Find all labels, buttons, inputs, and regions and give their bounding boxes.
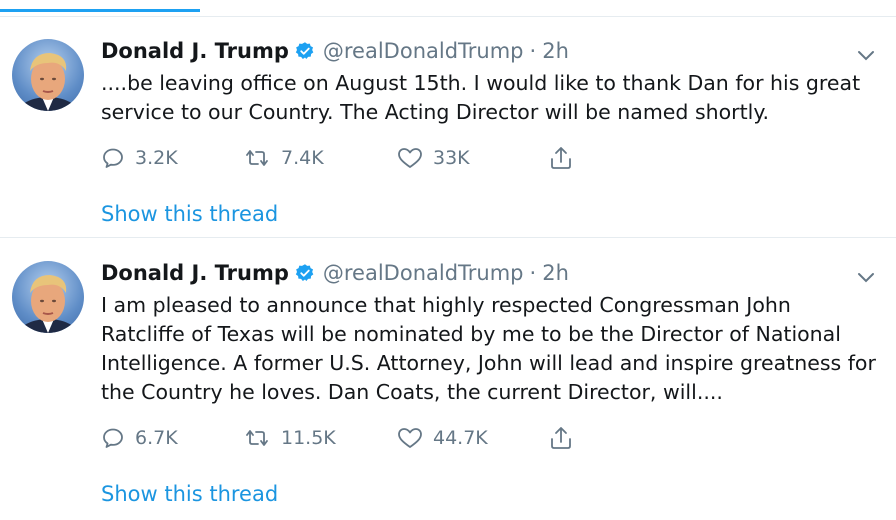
heart-icon bbox=[397, 426, 423, 450]
retweet-icon bbox=[243, 426, 271, 450]
reply-icon bbox=[101, 146, 125, 170]
author-handle[interactable]: @realDonaldTrump bbox=[323, 261, 524, 285]
tweet[interactable]: Donald J. Trump @realDonaldTrump · 2h ....b… bbox=[0, 17, 896, 238]
author-name[interactable]: Donald J. Trump bbox=[101, 39, 289, 63]
avatar[interactable] bbox=[12, 39, 84, 111]
timeline-top-bar bbox=[0, 0, 896, 17]
avatar[interactable] bbox=[12, 261, 84, 333]
like-button[interactable]: 44.7K bbox=[397, 423, 488, 453]
tweet[interactable]: Donald J. Trump @realDonaldTrump · 2h I am … bbox=[0, 239, 896, 519]
like-count: 33K bbox=[433, 147, 470, 169]
separator-dot: · bbox=[529, 261, 537, 285]
like-count: 44.7K bbox=[433, 427, 488, 449]
reply-button[interactable]: 6.7K bbox=[101, 423, 178, 453]
author-name[interactable]: Donald J. Trump bbox=[101, 261, 289, 285]
share-button[interactable] bbox=[549, 143, 573, 173]
reply-count: 3.2K bbox=[135, 147, 178, 169]
retweet-button[interactable]: 11.5K bbox=[243, 423, 336, 453]
share-button[interactable] bbox=[549, 423, 573, 453]
tweet-actions: 3.2K 7.4K 33K bbox=[101, 143, 621, 173]
chevron-down-icon[interactable] bbox=[857, 47, 875, 61]
reply-count: 6.7K bbox=[135, 427, 178, 449]
share-icon bbox=[549, 425, 573, 451]
tweet-header: Donald J. Trump @realDonaldTrump · 2h bbox=[101, 259, 569, 290]
share-icon bbox=[549, 145, 573, 171]
retweet-count: 11.5K bbox=[281, 427, 336, 449]
like-button[interactable]: 33K bbox=[397, 143, 470, 173]
verified-badge-icon bbox=[295, 262, 315, 290]
timestamp[interactable]: 2h bbox=[542, 39, 569, 63]
retweet-button[interactable]: 7.4K bbox=[243, 143, 324, 173]
verified-badge-icon bbox=[295, 40, 315, 68]
author-handle[interactable]: @realDonaldTrump bbox=[323, 39, 524, 63]
tweet-text: ....be leaving office on August 15th. I … bbox=[101, 71, 861, 124]
heart-icon bbox=[397, 146, 423, 170]
tweet-actions: 6.7K 11.5K 44.7K bbox=[101, 423, 621, 453]
show-thread-link[interactable]: Show this thread bbox=[101, 482, 278, 506]
separator-dot: · bbox=[529, 39, 537, 63]
chevron-down-icon[interactable] bbox=[857, 269, 875, 283]
show-thread-link[interactable]: Show this thread bbox=[101, 202, 278, 226]
retweet-count: 7.4K bbox=[281, 147, 324, 169]
retweet-icon bbox=[243, 146, 271, 170]
tweet-header: Donald J. Trump @realDonaldTrump · 2h bbox=[101, 37, 569, 68]
reply-button[interactable]: 3.2K bbox=[101, 143, 178, 173]
reply-icon bbox=[101, 426, 125, 450]
timestamp[interactable]: 2h bbox=[542, 261, 569, 285]
active-tab-indicator bbox=[0, 9, 200, 12]
tweet-text: I am pleased to announce that highly res… bbox=[101, 293, 876, 404]
